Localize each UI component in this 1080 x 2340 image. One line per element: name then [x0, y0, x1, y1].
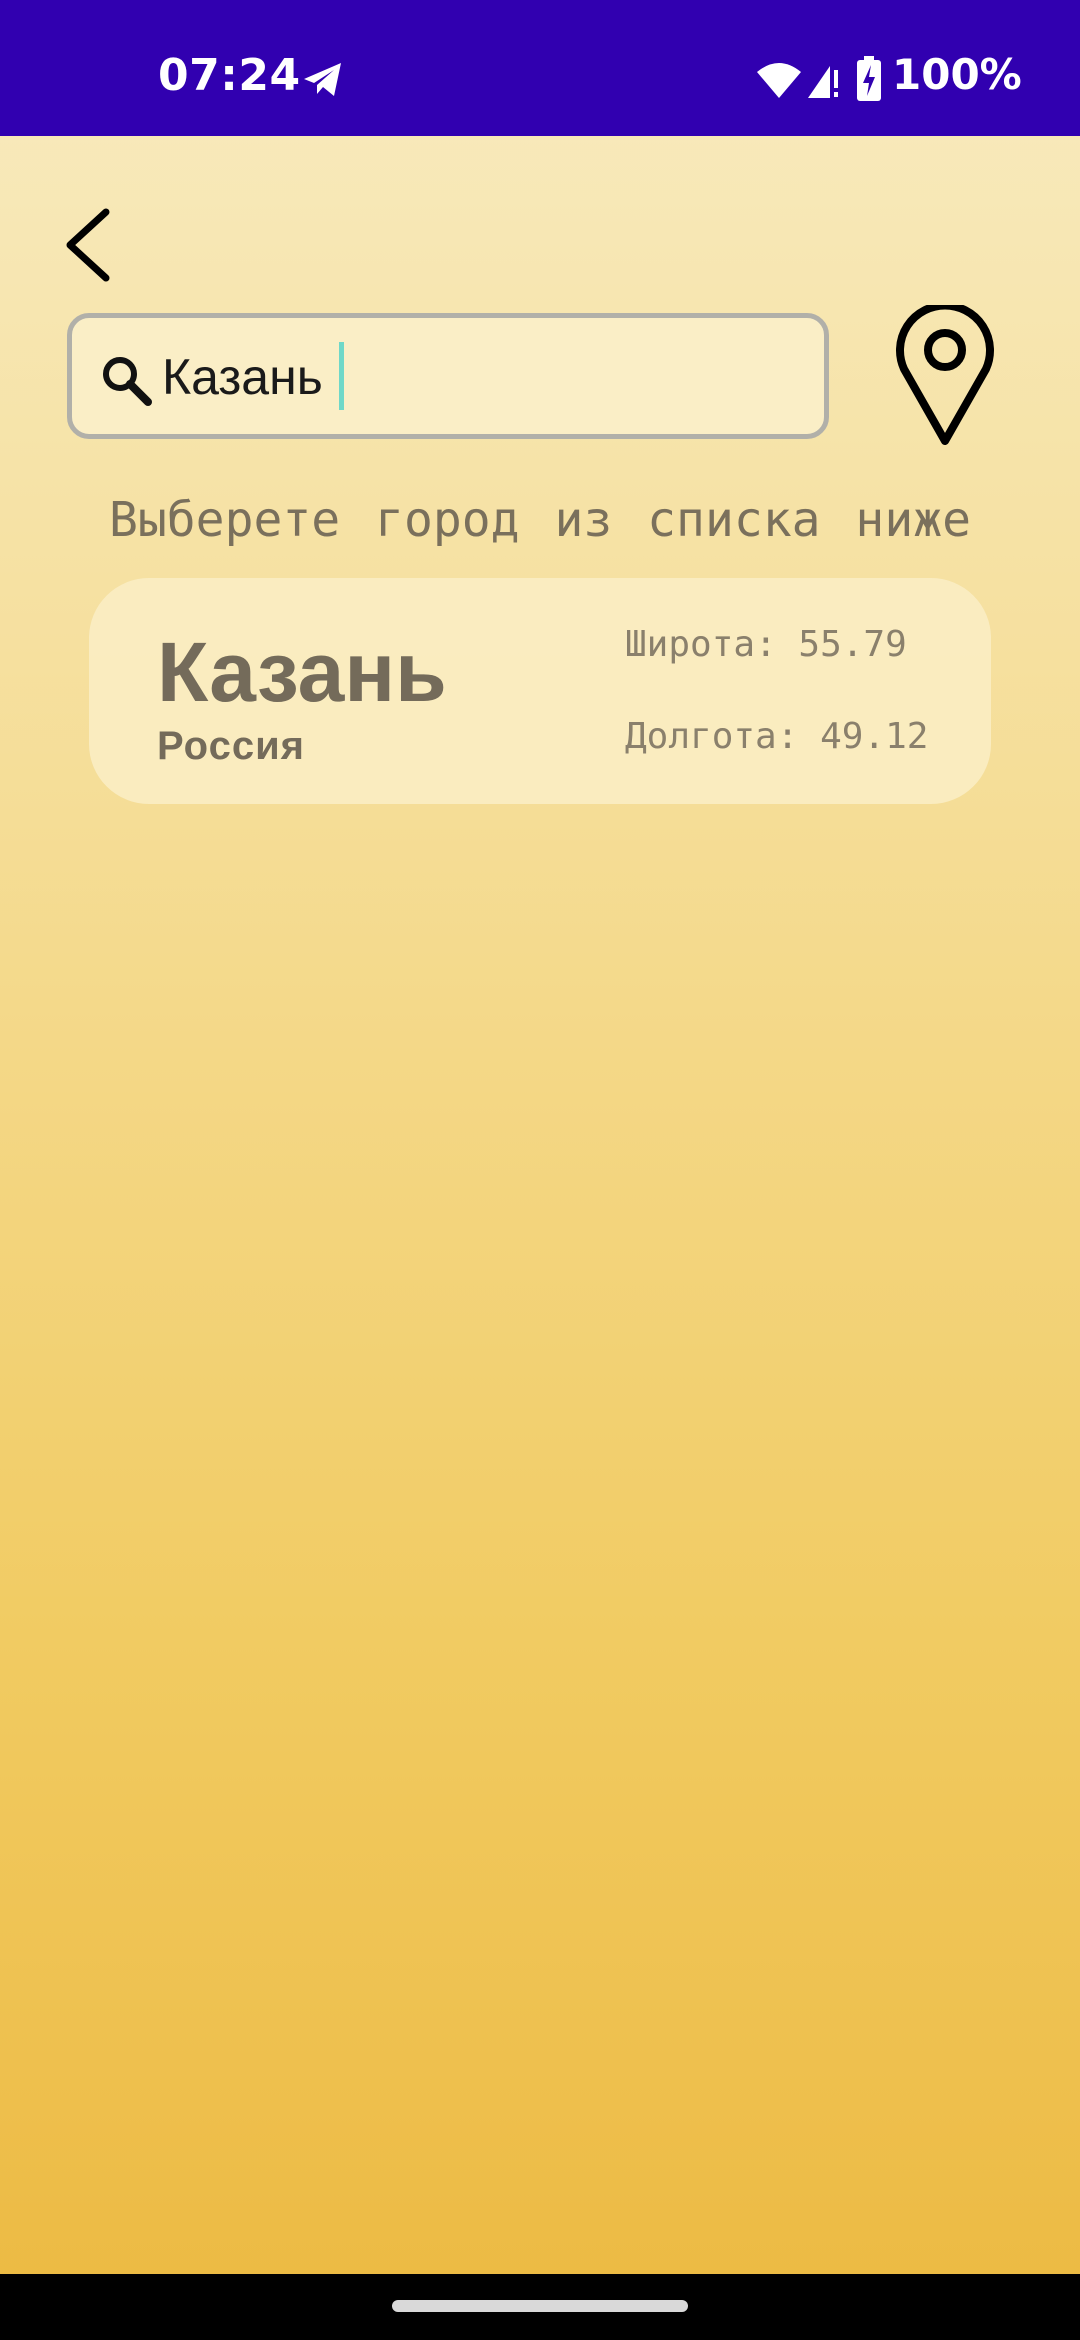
latitude-label: Широта: 55.79	[625, 624, 907, 665]
search-input[interactable]	[162, 342, 802, 412]
navigation-bar	[0, 2274, 1080, 2340]
battery-percentage: 100%	[892, 50, 1022, 99]
hint-text: Выберете город из списка ниже	[108, 492, 972, 548]
back-button[interactable]	[56, 200, 126, 290]
signal-icon	[808, 66, 838, 98]
battery-charging-icon	[857, 56, 881, 101]
search-icon	[103, 357, 152, 406]
wifi-icon	[757, 63, 801, 98]
status-time: 07:24	[158, 50, 301, 101]
text-cursor	[339, 342, 344, 410]
city-name: Казань	[157, 625, 447, 719]
status-bar: 07:24 100%	[0, 0, 1080, 136]
home-indicator[interactable]	[392, 2300, 688, 2312]
longitude-label: Долгота: 49.12	[625, 716, 929, 757]
telegram-icon	[304, 63, 341, 96]
country-name: Россия	[157, 724, 306, 768]
search-field[interactable]	[67, 313, 829, 439]
map-pin-icon	[896, 301, 994, 445]
chevron-left-icon	[66, 208, 110, 282]
city-result-card[interactable]: Казань Россия Широта: 55.79 Долгота: 49.…	[89, 578, 991, 804]
location-button[interactable]	[890, 301, 1000, 447]
